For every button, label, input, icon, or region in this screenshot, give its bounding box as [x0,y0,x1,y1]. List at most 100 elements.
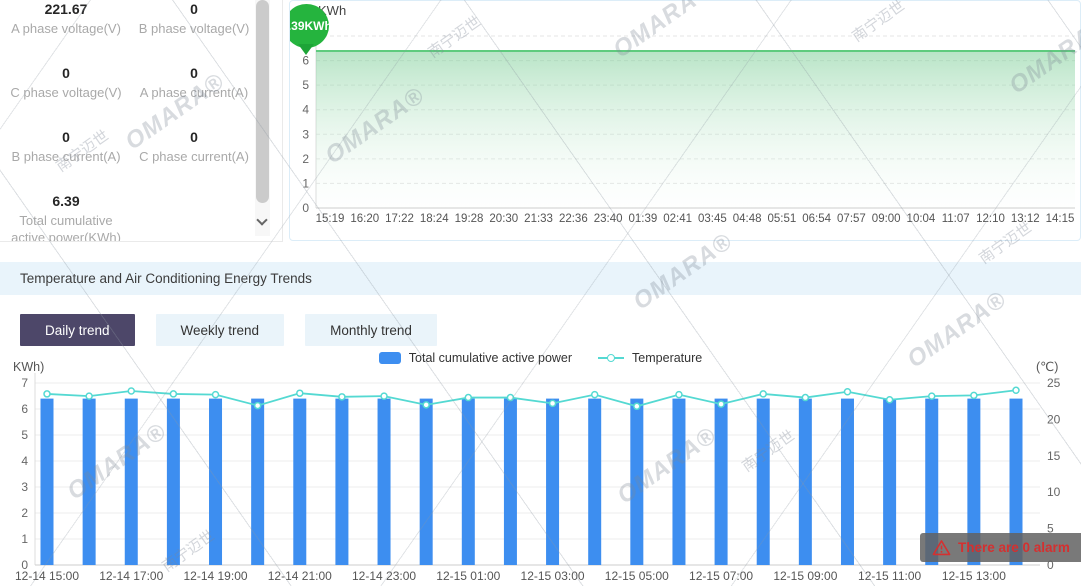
power-marker-balloon: 6.39KWh [289,4,329,48]
chevron-down-icon[interactable] [258,216,268,226]
cumulative-power-chart-card[interactable]: 01234567KWh15:1916:2017:2218:2419:2820:3… [289,0,1081,241]
bar[interactable] [799,399,812,565]
svg-text:12-14 17:00: 12-14 17:00 [99,569,163,583]
metric-a-phase-current: 0 A phase current(A) [140,64,248,128]
bar[interactable] [125,399,138,565]
section-title: Temperature and Air Conditioning Energy … [20,262,312,295]
metric-value: 0 [139,129,249,145]
svg-text:KWh): KWh) [13,360,44,374]
bar[interactable] [41,399,54,565]
svg-text:22:36: 22:36 [559,213,588,225]
metric-value: 0 [10,65,121,81]
svg-text:25: 25 [1047,376,1061,390]
svg-text:13:12: 13:12 [1011,213,1040,225]
svg-text:17:22: 17:22 [385,213,414,225]
balloon-tail [298,44,314,55]
svg-text:4: 4 [302,103,309,117]
svg-text:6: 6 [21,402,28,416]
metric-label: Total cumulative active power(KWh) [3,212,129,242]
metric-value: 221.67 [11,1,121,17]
svg-text:5: 5 [21,428,28,442]
bar[interactable] [420,399,433,565]
svg-text:12-14 19:00: 12-14 19:00 [183,569,247,583]
bar[interactable] [630,399,643,565]
svg-text:05:51: 05:51 [768,213,797,225]
svg-text:20: 20 [1047,412,1061,426]
svg-text:3: 3 [302,127,309,141]
bar[interactable] [883,399,896,565]
bar[interactable] [167,399,180,565]
bar[interactable] [504,399,517,565]
svg-text:03:45: 03:45 [698,213,727,225]
svg-text:11:07: 11:07 [942,213,970,225]
power-bars [41,399,1023,565]
trend-tabs: Daily trend Weekly trend Monthly trend [20,314,458,346]
bar[interactable] [378,399,391,565]
svg-text:1: 1 [302,176,309,190]
metric-label: B phase voltage(V) [139,20,250,37]
left-axis-labels: 01234567 [21,376,28,572]
metric-label: C phase current(A) [139,148,249,165]
svg-text:12-15 01:00: 12-15 01:00 [436,569,500,583]
tab-weekly-trend[interactable]: Weekly trend [156,314,285,346]
svg-text:0: 0 [302,201,309,215]
tab-monthly-trend[interactable]: Monthly trend [305,314,437,346]
temperature-energy-chart[interactable]: 012345670510152025KWh)(℃)12-14 15:0012-1… [0,356,1081,586]
bar[interactable] [672,399,685,565]
bar[interactable] [841,399,854,565]
metric-label: A phase voltage(V) [11,20,121,37]
metric-value: 0 [11,129,120,145]
metric-a-phase-voltage: 221.67 A phase voltage(V) [11,0,121,64]
metrics-scrollbar[interactable] [255,0,270,236]
svg-text:02:41: 02:41 [663,213,692,225]
temperature-markers [44,387,1019,409]
svg-text:12-15 11:00: 12-15 11:00 [858,569,921,583]
bar[interactable] [715,399,728,565]
bar[interactable] [757,399,770,565]
svg-text:3: 3 [21,480,28,494]
power-area [316,51,1075,208]
alarm-badge[interactable]: There are 0 alarm [920,533,1081,562]
svg-text:15: 15 [1047,449,1061,463]
bar[interactable] [83,399,96,565]
svg-text:09:00: 09:00 [872,213,901,225]
y-axis-labels: 01234567 [302,29,309,215]
metric-value: 0 [140,65,248,81]
svg-text:12-15 05:00: 12-15 05:00 [605,569,669,583]
svg-text:19:28: 19:28 [455,213,484,225]
bar[interactable] [335,399,348,565]
svg-text:7: 7 [21,376,28,390]
device-metrics-panel: 221.67 A phase voltage(V) 0 B phase volt… [0,0,283,242]
x-axis-labels: 12-14 15:0012-14 17:0012-14 19:0012-14 2… [15,569,1006,583]
temperature-line [47,390,1016,406]
bar[interactable] [462,399,475,565]
tab-daily-trend[interactable]: Daily trend [20,314,135,346]
svg-text:01:39: 01:39 [628,213,657,225]
metric-c-phase-current: 0 C phase current(A) [139,128,249,192]
svg-text:2: 2 [21,506,28,520]
svg-text:1: 1 [21,532,28,546]
alarm-text: There are 0 alarm [958,540,1070,555]
svg-text:12-15 07:00: 12-15 07:00 [689,569,753,583]
power-marker-label: 6.39KWh [289,19,332,33]
scrollbar-thumb[interactable] [256,0,269,203]
svg-text:12-15 09:00: 12-15 09:00 [773,569,837,583]
svg-text:06:54: 06:54 [802,213,831,225]
metric-value: 6.39 [3,193,129,209]
metric-b-phase-current: 0 B phase current(A) [11,128,120,192]
x-axis-labels: 15:1916:2017:2218:2419:2820:3021:3322:36… [316,213,1075,225]
bar[interactable] [546,399,559,565]
svg-text:07:57: 07:57 [837,213,866,225]
bar[interactable] [251,399,264,565]
bar[interactable] [588,399,601,565]
svg-text:15:19: 15:19 [316,213,345,225]
svg-text:6: 6 [302,54,309,68]
svg-text:20:30: 20:30 [489,213,518,225]
bar[interactable] [293,399,306,565]
metric-c-phase-voltage: 0 C phase voltage(V) [10,64,121,128]
svg-text:12-15 13:00: 12-15 13:00 [942,569,1006,583]
svg-text:21:33: 21:33 [524,213,553,225]
svg-text:12-14 15:00: 12-14 15:00 [15,569,79,583]
bar[interactable] [209,399,222,565]
svg-text:23:40: 23:40 [594,213,623,225]
